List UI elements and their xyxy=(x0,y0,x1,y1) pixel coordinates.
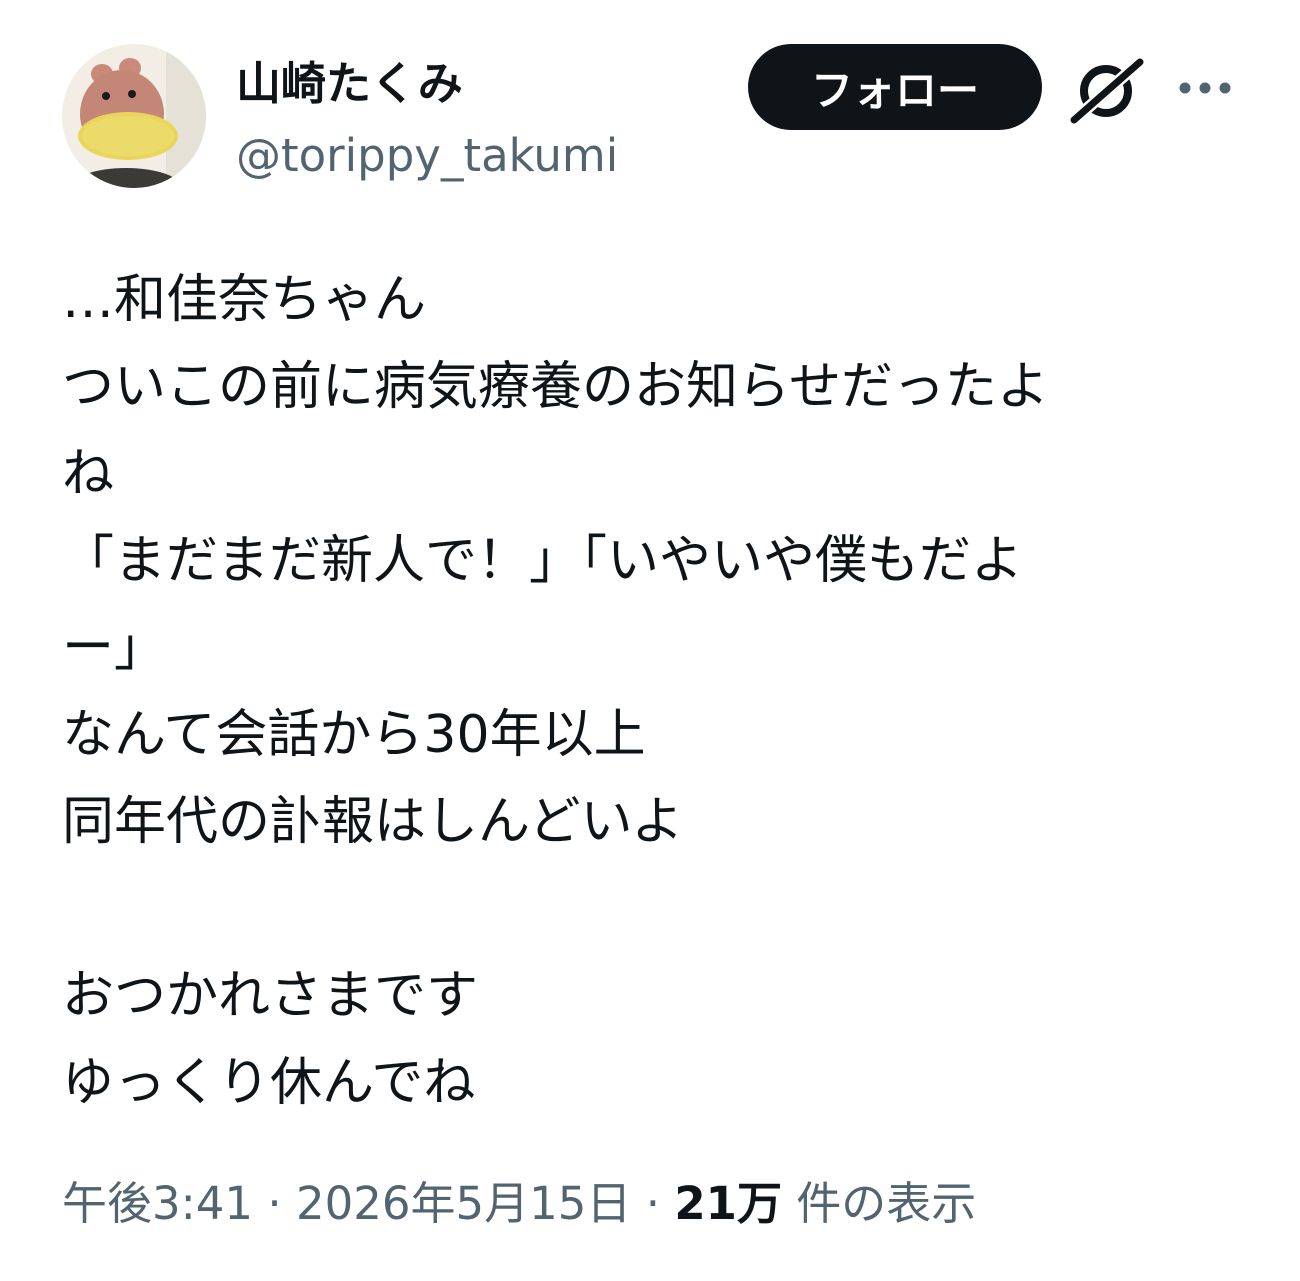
post-date[interactable]: 2026年5月15日 xyxy=(296,1177,631,1230)
tweet-line: おつかれさまです xyxy=(62,966,479,1026)
tweet-line: 「まだまだ新人で！」「いやいや僕もだよ xyxy=(62,531,1023,591)
tweet-line: ゆっくり休んでね xyxy=(62,1053,476,1113)
follow-button[interactable]: フォロー xyxy=(748,44,1042,130)
grok-slash-icon[interactable] xyxy=(1068,56,1146,126)
meta-separator: · xyxy=(631,1177,675,1230)
tweet-meta: 午後3:41 · 2026年5月15日 · 21万 件の表示 xyxy=(62,1172,976,1236)
tweet-text: …和佳奈ちゃん ついこの前に病気療養のお知らせだったよ ね 「まだまだ新人で！」… xyxy=(62,257,1242,1127)
tweet-line: 同年代の訃報はしんどいよ xyxy=(62,792,684,852)
tweet-line: ね xyxy=(62,444,115,504)
user-handle[interactable]: @torippy_takumi xyxy=(236,124,618,188)
tweet-line: ついこの前に病気療養のお知らせだったよ xyxy=(62,357,1049,417)
meta-separator: · xyxy=(253,1177,296,1230)
tweet-line: なんて会話から30年以上 xyxy=(62,705,646,765)
display-name[interactable]: 山崎たくみ xyxy=(236,52,463,116)
avatar[interactable] xyxy=(62,44,206,188)
post-time[interactable]: 午後3:41 xyxy=(62,1177,253,1230)
views-count[interactable]: 21万 xyxy=(674,1177,782,1230)
more-horizontal-icon[interactable] xyxy=(1176,70,1234,106)
tweet-line: …和佳奈ちゃん xyxy=(62,270,427,330)
tweet-line: ー」 xyxy=(62,618,167,678)
views-label: 件の表示 xyxy=(781,1177,977,1230)
plush-toy-avatar-icon xyxy=(62,44,206,188)
